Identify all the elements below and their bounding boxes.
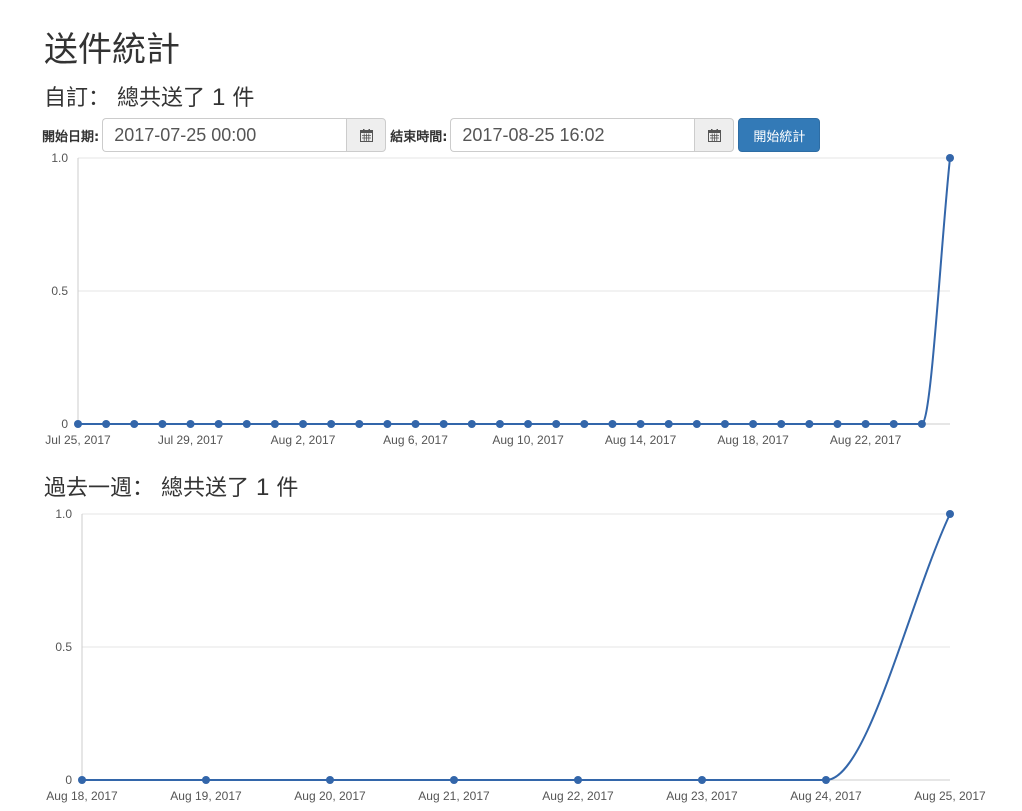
x-tick-label: Jul 25, 2017 bbox=[45, 433, 111, 447]
y-tick-label: 0.5 bbox=[55, 640, 72, 654]
data-point bbox=[574, 776, 582, 784]
data-point bbox=[467, 420, 476, 428]
past-week-chart: 0 0.5 1.0 Aug 18, 2017 Aug 19, 2017 Aug 20, 2… bbox=[46, 507, 986, 803]
data-point bbox=[720, 420, 729, 428]
data-point bbox=[552, 420, 561, 428]
data-point bbox=[74, 420, 82, 428]
date-filter-form: 開始日期: 結束時間: 開始統計 bbox=[42, 118, 821, 152]
x-tick-label: Aug 14, 2017 bbox=[605, 433, 677, 447]
start-date-input[interactable] bbox=[102, 118, 347, 152]
x-tick-label: Aug 20, 2017 bbox=[294, 789, 366, 803]
data-point bbox=[833, 420, 842, 428]
start-date-picker-button[interactable] bbox=[346, 118, 387, 152]
data-point bbox=[749, 420, 758, 428]
x-tick-label: Aug 22, 2017 bbox=[830, 433, 902, 447]
x-tick-label: Aug 18, 2017 bbox=[717, 433, 789, 447]
end-date-input[interactable] bbox=[450, 118, 695, 152]
data-point bbox=[946, 510, 954, 518]
week-total-count: 1 bbox=[256, 474, 270, 501]
week-heading-prefix: 過去一週： bbox=[44, 476, 155, 501]
week-heading-unit: 件 bbox=[276, 476, 299, 501]
calendar-icon bbox=[359, 128, 373, 142]
data-point bbox=[608, 420, 617, 428]
y-tick-label: 0 bbox=[61, 417, 68, 431]
start-date-group bbox=[102, 118, 387, 152]
data-point bbox=[158, 420, 167, 428]
data-point bbox=[664, 420, 673, 428]
data-point bbox=[777, 420, 786, 428]
x-tick-label: Aug 25, 2017 bbox=[914, 789, 986, 803]
data-point bbox=[299, 420, 308, 428]
data-point bbox=[889, 420, 898, 428]
x-tick-label: Jul 29, 2017 bbox=[158, 433, 224, 447]
calendar-icon bbox=[707, 128, 721, 142]
data-point bbox=[495, 420, 504, 428]
custom-heading-unit: 件 bbox=[232, 86, 255, 111]
data-point bbox=[946, 154, 954, 162]
data-point bbox=[636, 420, 645, 428]
data-point bbox=[130, 420, 139, 428]
x-tick-label: Aug 19, 2017 bbox=[170, 789, 242, 803]
data-point bbox=[355, 420, 364, 428]
data-point bbox=[450, 776, 458, 784]
x-tick-label: Aug 6, 2017 bbox=[383, 433, 448, 447]
data-point bbox=[327, 420, 336, 428]
start-date-label: 開始日期: bbox=[42, 129, 100, 145]
data-point bbox=[270, 420, 279, 428]
week-section-heading: 過去一週： 總共送了 1 件 bbox=[44, 470, 298, 502]
data-point bbox=[698, 776, 706, 784]
custom-total-count: 1 bbox=[212, 84, 226, 111]
week-heading-text: 總共送了 bbox=[161, 476, 250, 501]
x-tick-label: Aug 2, 2017 bbox=[271, 433, 336, 447]
data-point bbox=[186, 420, 195, 428]
x-tick-label: Aug 10, 2017 bbox=[492, 433, 564, 447]
data-point bbox=[692, 420, 701, 428]
data-point bbox=[242, 420, 251, 428]
y-tick-label: 1.0 bbox=[55, 507, 72, 521]
data-point bbox=[102, 420, 111, 428]
start-statistics-button[interactable]: 開始統計 bbox=[738, 118, 821, 152]
data-point bbox=[326, 776, 334, 784]
data-point bbox=[411, 420, 420, 428]
custom-heading-text: 總共送了 bbox=[117, 86, 206, 111]
data-point bbox=[78, 776, 86, 784]
data-point bbox=[917, 420, 926, 428]
y-tick-label: 1.0 bbox=[51, 151, 68, 165]
end-date-label: 結束時間: bbox=[390, 129, 448, 145]
data-point bbox=[383, 420, 392, 428]
x-tick-label: Aug 22, 2017 bbox=[542, 789, 614, 803]
data-point bbox=[524, 420, 533, 428]
custom-section-heading: 自訂： 總共送了 1 件 bbox=[44, 80, 254, 112]
data-point bbox=[805, 420, 814, 428]
data-point bbox=[439, 420, 448, 428]
page-title: 送件統計 bbox=[44, 30, 180, 70]
y-tick-label: 0 bbox=[65, 773, 72, 787]
custom-range-chart: 0 0.5 1.0 Jul 25, 2017 Jul 29, 2017 Aug 2, 20… bbox=[45, 151, 954, 447]
x-tick-label: Aug 24, 2017 bbox=[790, 789, 862, 803]
end-date-group bbox=[450, 118, 735, 152]
data-point bbox=[580, 420, 589, 428]
custom-heading-prefix: 自訂： bbox=[44, 86, 111, 111]
data-point bbox=[202, 776, 210, 784]
data-point bbox=[214, 420, 223, 428]
x-tick-label: Aug 23, 2017 bbox=[666, 789, 738, 803]
data-point bbox=[822, 776, 830, 784]
data-point bbox=[861, 420, 870, 428]
x-tick-label: Aug 18, 2017 bbox=[46, 789, 118, 803]
y-tick-label: 0.5 bbox=[51, 284, 68, 298]
x-tick-label: Aug 21, 2017 bbox=[418, 789, 490, 803]
end-date-picker-button[interactable] bbox=[694, 118, 735, 152]
